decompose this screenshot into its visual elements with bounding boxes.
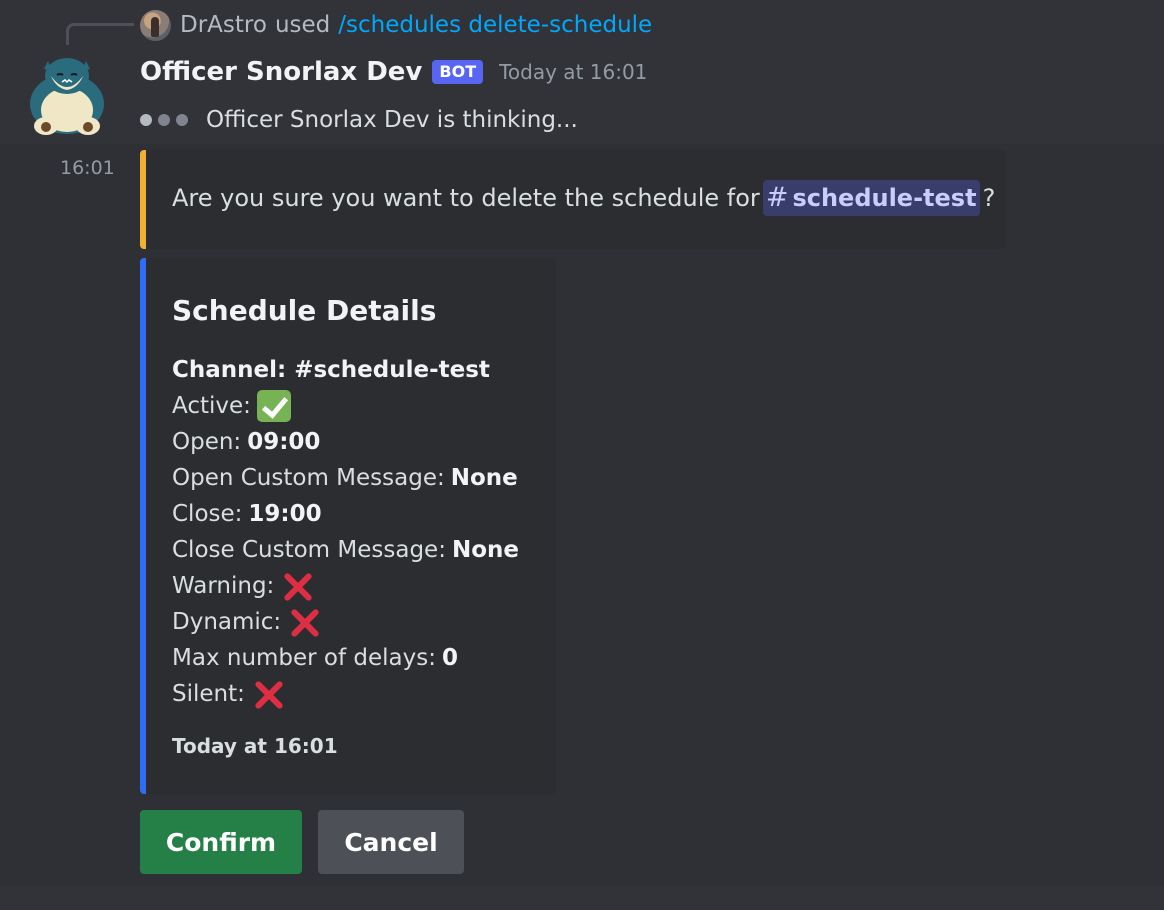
field-close: Close: 19:00 (172, 496, 519, 532)
field-close-custom-message: Close Custom Message: None (172, 532, 519, 568)
message-timestamp[interactable]: Today at 16:01 (499, 60, 647, 84)
field-open: Open: 09:00 (172, 424, 519, 460)
channel-mention[interactable]: # schedule-test (762, 180, 980, 216)
field-label: Open: (172, 429, 242, 455)
field-value: 09:00 (247, 429, 321, 455)
confirm-embed: Are you sure you want to delete the sche… (140, 150, 1006, 249)
typing-dot (158, 114, 170, 126)
confirm-text: Are you sure you want to delete the sche… (172, 184, 760, 212)
cross-mark-icon (287, 605, 321, 639)
schedule-details-embed: Schedule Details Channel: #schedule-test… (140, 258, 556, 794)
reply-connector-line (66, 23, 134, 45)
side-timestamp[interactable]: 16:01 (60, 157, 115, 179)
field-value: 19:00 (248, 501, 322, 527)
typing-dot (176, 114, 188, 126)
confirm-question-mark: ? (982, 184, 996, 212)
cross-mark-icon (280, 569, 314, 603)
author-name[interactable]: Officer Snorlax Dev (140, 57, 422, 87)
field-open-custom-message: Open Custom Message: None (172, 460, 519, 496)
typing-dots-icon (140, 114, 188, 126)
cross-mark-icon (251, 677, 285, 711)
cancel-button[interactable]: Cancel (318, 810, 464, 874)
reply-user-avatar[interactable] (140, 9, 171, 41)
field-value: 0 (442, 645, 459, 671)
field-label: Dynamic: (172, 609, 282, 635)
channel-hash-icon: # (765, 182, 789, 213)
thinking-text: Officer Snorlax Dev is thinking... (206, 107, 578, 133)
typing-dot (140, 114, 152, 126)
field-max-delays: Max number of delays: 0 (172, 640, 519, 676)
field-label: Close Custom Message: (172, 537, 446, 563)
field-label: Warning: (172, 573, 275, 599)
field-label: Close: (172, 501, 243, 527)
confirm-embed-description: Are you sure you want to delete the sche… (172, 180, 995, 216)
reply-used-text: used (274, 12, 331, 38)
field-warning: Warning: (172, 568, 519, 604)
reply-context[interactable]: DrAstro used /schedules delete-schedule (140, 8, 652, 42)
field-value: None (450, 465, 518, 491)
embed-fields: Channel: #schedule-test Active: Open: 09… (172, 352, 519, 712)
check-mark-icon (256, 390, 291, 422)
field-label: Silent: (172, 681, 245, 707)
field-label: Active: (172, 393, 251, 419)
channel-mention-name: schedule-test (792, 184, 977, 212)
reply-command-link[interactable]: /schedules delete-schedule (338, 12, 652, 38)
thinking-indicator: Officer Snorlax Dev is thinking... (140, 100, 578, 140)
embed-footer-timestamp: Today at 16:01 (172, 734, 338, 758)
field-channel: Channel: #schedule-test (172, 357, 490, 383)
bot-avatar[interactable] (26, 54, 108, 136)
message-header: Officer Snorlax Dev BOT Today at 16:01 (140, 52, 647, 92)
field-label: Max number of delays: (172, 645, 436, 671)
field-value: None (451, 537, 519, 563)
bot-badge: BOT (432, 60, 484, 84)
field-label: Open Custom Message: (172, 465, 445, 491)
confirm-button[interactable]: Confirm (140, 810, 302, 874)
reply-username[interactable]: DrAstro (180, 12, 267, 38)
field-dynamic: Dynamic: (172, 604, 519, 640)
field-active: Active: (172, 388, 519, 424)
embed-title: Schedule Details (172, 294, 437, 327)
snorlax-avatar-icon (30, 58, 104, 135)
field-silent: Silent: (172, 676, 519, 712)
